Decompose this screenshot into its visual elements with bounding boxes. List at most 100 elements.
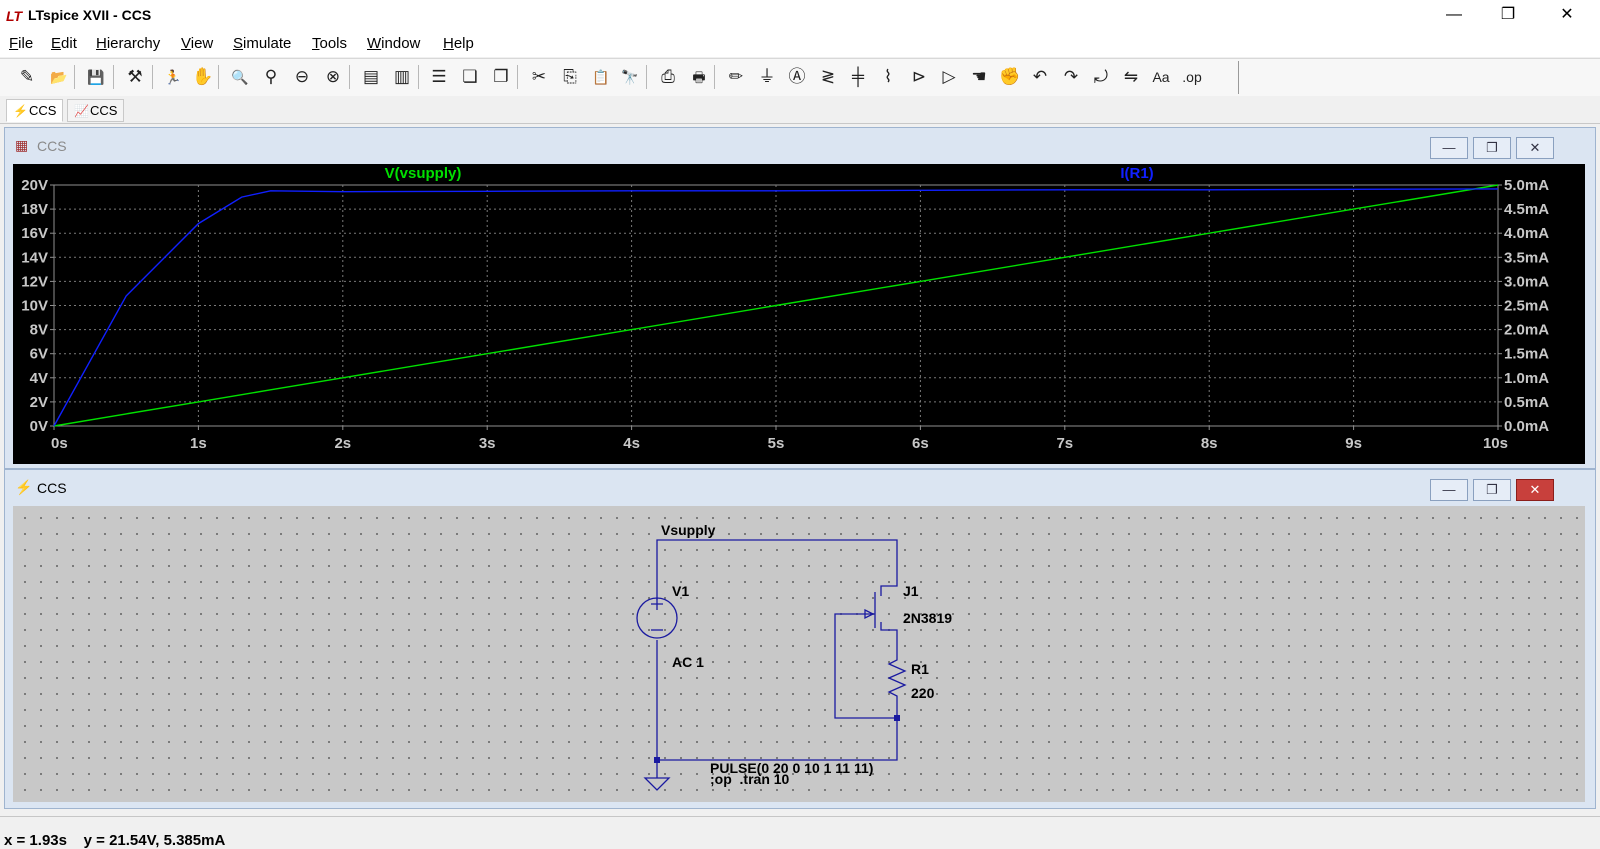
- maximize-button[interactable]: ❐: [1485, 0, 1531, 31]
- diode-icon[interactable]: ⊳: [906, 64, 932, 90]
- waveform-chart[interactable]: 0s 1s 2s 3s 4s 5s 6s 7s 8s 9s 10s 0V 2V 4V 6V 8V 10V 12V 1…: [13, 164, 1585, 464]
- v1-label[interactable]: V1: [672, 583, 689, 599]
- title-bar: LT LTspice XVII - CCS — ❐ ✕: [0, 0, 1600, 31]
- waveform-window-titlebar[interactable]: ▦ CCS — ❐ ✕: [5, 128, 1595, 162]
- ground-symbol[interactable]: [643, 760, 671, 791]
- minimize-button[interactable]: —: [1431, 0, 1477, 31]
- copy-icon[interactable]: ⎘: [557, 64, 583, 90]
- run-icon[interactable]: 🏃: [160, 64, 186, 90]
- schematic-close-button[interactable]: ✕: [1516, 479, 1554, 501]
- print-preview-icon[interactable]: 🖶: [686, 64, 712, 90]
- ltspice-logo-icon: LT: [6, 8, 23, 24]
- y-left-tick-label: 20V: [21, 177, 48, 194]
- label-net-icon[interactable]: Ⓐ: [784, 64, 810, 90]
- menu-file[interactable]: File: [9, 35, 33, 52]
- v1-value-label[interactable]: AC 1: [672, 654, 704, 670]
- r1-label[interactable]: R1: [911, 661, 929, 677]
- y-left-tick-label: 18V: [21, 201, 48, 218]
- schematic-tab-icon: ⚡: [13, 104, 28, 118]
- x-tick-label: 1s: [190, 435, 207, 452]
- menu-window[interactable]: Window: [367, 35, 420, 52]
- x-tick-label: 3s: [479, 435, 496, 452]
- r1-value-label[interactable]: 220: [911, 685, 934, 701]
- cursor-readout: x = 1.93s y = 21.54V, 5.385mA: [4, 832, 226, 849]
- mirror-icon[interactable]: ⇋: [1118, 64, 1144, 90]
- menu-edit[interactable]: Edit: [51, 35, 77, 52]
- menu-hierarchy[interactable]: Hierarchy: [96, 35, 160, 52]
- waveform-maximize-button[interactable]: ❐: [1473, 137, 1511, 159]
- waveform-close-button[interactable]: ✕: [1516, 137, 1554, 159]
- menu-simulate[interactable]: Simulate: [233, 35, 291, 52]
- waveform-window-title: CCS: [37, 138, 67, 154]
- tile-horizontal-icon[interactable]: ☰: [426, 64, 452, 90]
- menu-tools[interactable]: Tools: [312, 35, 347, 52]
- r1-resistor-symbol[interactable]: [887, 652, 907, 702]
- schematic-drawing: [636, 539, 907, 791]
- ground-icon[interactable]: ⏚: [754, 64, 780, 90]
- draw-wire-icon[interactable]: ✏: [723, 64, 749, 90]
- tile-vertical-icon[interactable]: ❐: [488, 64, 514, 90]
- inductor-icon[interactable]: ⌇: [875, 64, 901, 90]
- y-left-tick-label: 4V: [30, 370, 48, 387]
- schematic-canvas[interactable]: Vsupply V1 AC 1 J1 2N3819 R1 220 PULSE(0…: [13, 506, 1585, 802]
- waveform-window: ▦ CCS — ❐ ✕ 0s 1s 2s 3s 4s 5s 6s 7s 8s 9s 10s 0V 2V 4…: [4, 127, 1596, 469]
- plot-area[interactable]: 0s 1s 2s 3s 4s 5s 6s 7s 8s 9s 10s 0V 2V 4V 6V 8V 10V 12V 1…: [13, 164, 1585, 464]
- y-right-tick-label: 4.0mA: [1504, 225, 1549, 242]
- cascade-icon[interactable]: ❏: [457, 64, 483, 90]
- open-icon[interactable]: 📂: [46, 64, 72, 90]
- move-icon[interactable]: ☚: [966, 64, 992, 90]
- x-tick-label: 8s: [1201, 435, 1218, 452]
- schematic-minimize-button[interactable]: —: [1430, 479, 1468, 501]
- menu-help[interactable]: Help: [443, 35, 474, 52]
- toolbar-separator: [113, 65, 114, 89]
- x-tick-label: 10s: [1483, 435, 1508, 452]
- rotate-icon[interactable]: ⤾: [1088, 64, 1114, 90]
- toolbar-separator: [349, 65, 350, 89]
- autorange-icon[interactable]: ▤: [358, 64, 384, 90]
- save-icon[interactable]: 💾: [83, 64, 109, 90]
- tab-schematic-ccs[interactable]: ⚡CCS: [6, 99, 64, 122]
- find-icon[interactable]: 🔭: [617, 64, 643, 90]
- zoom-in-icon[interactable]: 🔍: [227, 64, 253, 90]
- spice-directive-icon[interactable]: .op: [1179, 64, 1205, 90]
- halt-icon[interactable]: ✋: [190, 64, 216, 90]
- j1-label[interactable]: J1: [903, 583, 919, 599]
- toolbar-separator: [152, 65, 153, 89]
- tab-waveform-ccs[interactable]: 📈CCS: [67, 99, 125, 122]
- y-right-tick-label: 2.5mA: [1504, 298, 1549, 315]
- spice-directive-text[interactable]: ;op .tran 10: [710, 772, 789, 786]
- y-right-tick-label: 1.5mA: [1504, 346, 1549, 363]
- wire-source[interactable]: [880, 622, 898, 652]
- schematic-window-titlebar[interactable]: ⚡ CCS — ❐ ✕: [5, 470, 1595, 504]
- paste-icon[interactable]: 📋: [588, 64, 614, 90]
- undo-icon[interactable]: ↶: [1027, 64, 1053, 90]
- close-button[interactable]: ✕: [1544, 0, 1590, 31]
- new-schematic-icon[interactable]: ✎: [14, 64, 40, 90]
- component-icon[interactable]: ▷: [936, 64, 962, 90]
- wire-vsupply-top[interactable]: [656, 539, 898, 596]
- redo-icon[interactable]: ↷: [1058, 64, 1084, 90]
- zoom-out-icon[interactable]: ⊖: [289, 64, 315, 90]
- schematic-maximize-button[interactable]: ❐: [1473, 479, 1511, 501]
- zoom-fit-icon[interactable]: ⊗: [320, 64, 346, 90]
- cut-icon[interactable]: ✂: [526, 64, 552, 90]
- toolbar-separator: [714, 65, 715, 89]
- menu-view[interactable]: View: [181, 35, 213, 52]
- toolbar-separator: [646, 65, 647, 89]
- j1-model-label[interactable]: 2N3819: [903, 610, 952, 626]
- drag-icon[interactable]: ✊: [997, 64, 1023, 90]
- waveform-icon[interactable]: ▥: [389, 64, 415, 90]
- j1-jfet-symbol[interactable]: [871, 592, 876, 628]
- x-tick-label: 2s: [334, 435, 351, 452]
- waveform-minimize-button[interactable]: —: [1430, 137, 1468, 159]
- schematic-window: ⚡ CCS — ❐ ✕ Vsupply V1 AC 1 J1 2N3819 R1…: [4, 469, 1596, 809]
- print-icon[interactable]: ⎙: [655, 64, 681, 90]
- text-icon[interactable]: Aa: [1148, 64, 1174, 90]
- tab-label: CCS: [29, 103, 57, 118]
- zoom-pan-icon[interactable]: ⚲: [258, 64, 284, 90]
- y-right-tick-label: 4.5mA: [1504, 201, 1549, 218]
- resistor-icon[interactable]: ≷: [815, 64, 841, 90]
- net-label-vsupply[interactable]: Vsupply: [661, 522, 715, 538]
- control-panel-icon[interactable]: ⚒: [122, 64, 148, 90]
- capacitor-icon[interactable]: ╪: [845, 64, 871, 90]
